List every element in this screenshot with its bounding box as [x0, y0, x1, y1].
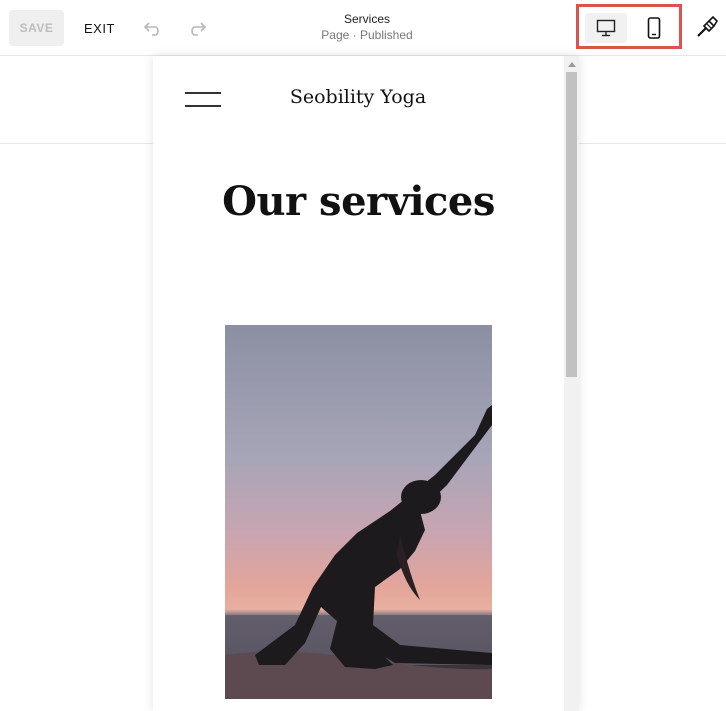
scrollbar-thumb[interactable] [566, 72, 577, 377]
mobile-preview-frame[interactable]: Seobility Yoga Our services [153, 56, 579, 711]
page-status: Page · Published [321, 28, 413, 42]
page-title: Services [343, 12, 390, 26]
desktop-view-button[interactable] [585, 13, 627, 43]
page-info: Services Page · Published [290, 11, 444, 43]
exit-button[interactable]: EXIT [84, 10, 115, 46]
preview-scrollbar[interactable] [564, 56, 579, 711]
site-title[interactable]: Seobility Yoga [253, 86, 463, 108]
undo-icon[interactable] [141, 16, 165, 40]
yoga-pose-image [225, 325, 492, 699]
design-brush-button[interactable] [692, 14, 720, 42]
device-view-switcher [576, 4, 682, 49]
paint-brush-icon [697, 16, 718, 37]
scroll-up-arrow-icon[interactable] [564, 58, 579, 70]
mobile-view-button[interactable] [633, 13, 675, 43]
hamburger-menu-icon[interactable] [185, 92, 221, 108]
save-button[interactable]: SAVE [9, 10, 64, 46]
redo-icon[interactable] [185, 16, 209, 40]
page-heading: Our services [222, 178, 495, 225]
editor-toolbar: SAVE EXIT Services Page · Published [0, 0, 726, 56]
desktop-icon [596, 19, 616, 37]
mobile-phone-icon [647, 17, 661, 39]
